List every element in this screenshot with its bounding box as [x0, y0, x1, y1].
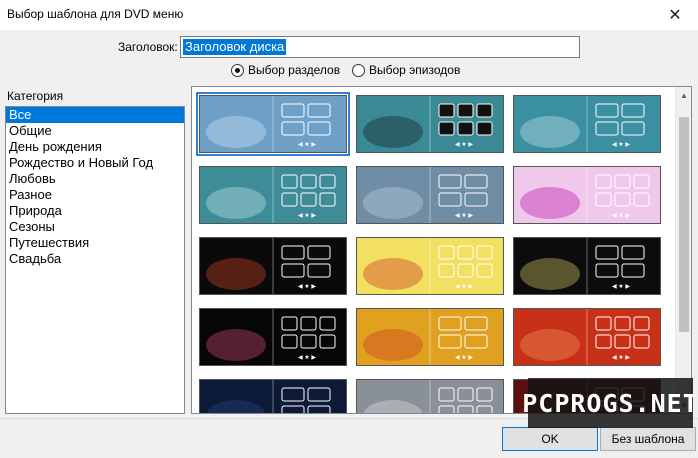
- template-thumb-red-heart[interactable]: ◀ ★ ▶: [513, 308, 661, 366]
- template-thumb-christmas-yellow[interactable]: ◀ ★ ▶: [356, 237, 504, 295]
- svg-text:◀ ★ ▶: ◀ ★ ▶: [612, 141, 630, 148]
- category-item[interactable]: Разное: [6, 187, 184, 203]
- heading-input[interactable]: Заголовок диска: [180, 36, 580, 58]
- template-thumb-grey-blue[interactable]: ◀ ★ ▶: [356, 166, 504, 224]
- category-item[interactable]: Путешествия: [6, 235, 184, 251]
- template-thumb-pink-balloons[interactable]: ◀ ★ ▶: [513, 166, 661, 224]
- heading-input-value: Заголовок диска: [183, 39, 287, 55]
- template-thumb-teal-lines[interactable]: ◀ ★ ▶: [513, 95, 661, 153]
- svg-text:◀ ★ ▶: ◀ ★ ▶: [455, 354, 473, 361]
- category-item[interactable]: Любовь: [6, 171, 184, 187]
- radio-chapters[interactable]: Выбор разделов: [231, 63, 340, 77]
- title-bar: Выбор шаблона для DVD меню ✕: [0, 0, 698, 30]
- template-thumb-christmas-tree[interactable]: ◀ ★ ▶: [513, 237, 661, 295]
- svg-text:◀ ★ ▶: ◀ ★ ▶: [298, 212, 316, 219]
- category-item[interactable]: Общие: [6, 123, 184, 139]
- arrow-up-icon[interactable]: ▲: [676, 87, 691, 103]
- template-thumb-birthday-cake[interactable]: ◀ ★ ▶: [199, 237, 347, 295]
- svg-text:◀ ★ ▶: ◀ ★ ▶: [298, 283, 316, 290]
- svg-text:◀ ★ ▶: ◀ ★ ▶: [455, 212, 473, 219]
- window-title: Выбор шаблона для DVD меню: [7, 7, 184, 21]
- category-label: Категория: [7, 89, 64, 103]
- svg-text:◀ ★ ▶: ◀ ★ ▶: [612, 354, 630, 361]
- heading-label: Заголовок:: [118, 40, 178, 54]
- svg-text:◀ ★ ▶: ◀ ★ ▶: [298, 354, 316, 361]
- template-thumb-photo-grey[interactable]: ◀ ★ ▶: [356, 379, 504, 413]
- category-item[interactable]: День рождения: [6, 139, 184, 155]
- ok-button[interactable]: OK: [502, 427, 598, 451]
- watermark: PCPROGS.NET: [522, 378, 698, 428]
- close-icon[interactable]: ✕: [652, 0, 698, 30]
- svg-text:◀ ★ ▶: ◀ ★ ▶: [298, 141, 316, 148]
- svg-text:◀ ★ ▶: ◀ ★ ▶: [612, 283, 630, 290]
- svg-text:◀ ★ ▶: ◀ ★ ▶: [612, 212, 630, 219]
- template-thumb-teal-ovals[interactable]: ◀ ★ ▶: [199, 166, 347, 224]
- category-item[interactable]: Сезоны: [6, 219, 184, 235]
- radio-chapters-label: Выбор разделов: [248, 63, 341, 77]
- gallery-scrollbar[interactable]: ▲ ▼: [675, 87, 691, 413]
- template-thumb-navy-dark[interactable]: ◀ ★ ▶: [199, 379, 347, 413]
- template-gallery[interactable]: ▲ ▼ ◀ ★ ▶ ◀ ★ ▶ ◀ ★ ▶ ◀ ★ ▶ ◀ ★ ▶ ◀ ★ ▶ ◀ ★ ▶ ◀…: [191, 86, 692, 414]
- template-thumb-teal-dark-frames[interactable]: ◀ ★ ▶: [356, 95, 504, 153]
- radio-episodes[interactable]: Выбор эпизодов: [352, 63, 460, 77]
- category-item[interactable]: Все: [6, 107, 184, 123]
- template-thumb-blue-mist[interactable]: ◀ ★ ▶: [196, 92, 350, 156]
- category-list[interactable]: Все Общие День рождения Рождество и Новый Г…: [5, 106, 185, 414]
- scrollbar-thumb[interactable]: [679, 117, 689, 332]
- category-item[interactable]: Природа: [6, 203, 184, 219]
- no-template-button[interactable]: Без шаблона: [600, 427, 696, 451]
- category-item[interactable]: Рождество и Новый Год: [6, 155, 184, 171]
- category-item[interactable]: Свадьба: [6, 251, 184, 267]
- template-thumb-fireworks[interactable]: ◀ ★ ▶: [199, 308, 347, 366]
- svg-text:◀ ★ ▶: ◀ ★ ▶: [455, 141, 473, 148]
- svg-text:◀ ★ ▶: ◀ ★ ▶: [455, 283, 473, 290]
- radio-episodes-label: Выбор эпизодов: [369, 63, 461, 77]
- radio-chapters-dot[interactable]: [231, 63, 244, 77]
- radio-episodes-dot[interactable]: [352, 63, 365, 77]
- template-thumb-gold-heart[interactable]: ◀ ★ ▶: [356, 308, 504, 366]
